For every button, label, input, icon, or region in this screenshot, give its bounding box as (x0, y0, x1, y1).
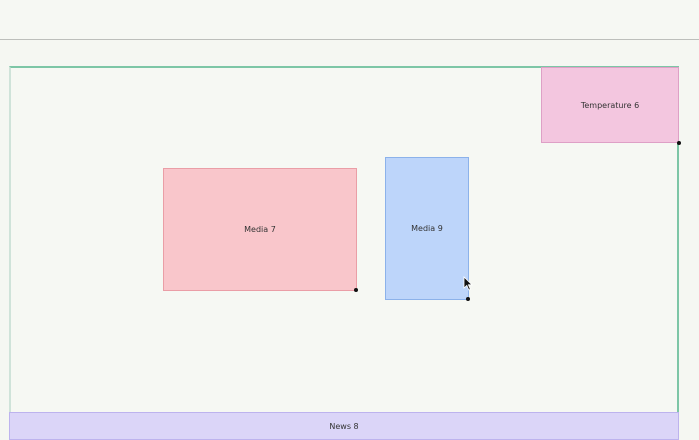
widget-media-7-label: Media 7 (244, 225, 276, 234)
top-toolbar (0, 0, 699, 40)
widget-news-8-label: News 8 (329, 421, 359, 431)
widget-media-7[interactable]: Media 7 (163, 168, 358, 292)
widget-temperature[interactable]: Temperature 6 (541, 67, 681, 145)
resize-handle[interactable] (677, 141, 681, 145)
widget-temperature-label: Temperature 6 (580, 100, 640, 110)
widget-news-8[interactable]: News 8 (9, 412, 679, 440)
widget-media-9-label: Media 9 (411, 224, 443, 233)
widget-media-9[interactable]: Media 9 (385, 157, 470, 301)
mouse-pointer-icon (463, 276, 473, 291)
resize-handle[interactable] (354, 288, 358, 292)
resize-handle[interactable] (466, 297, 470, 301)
